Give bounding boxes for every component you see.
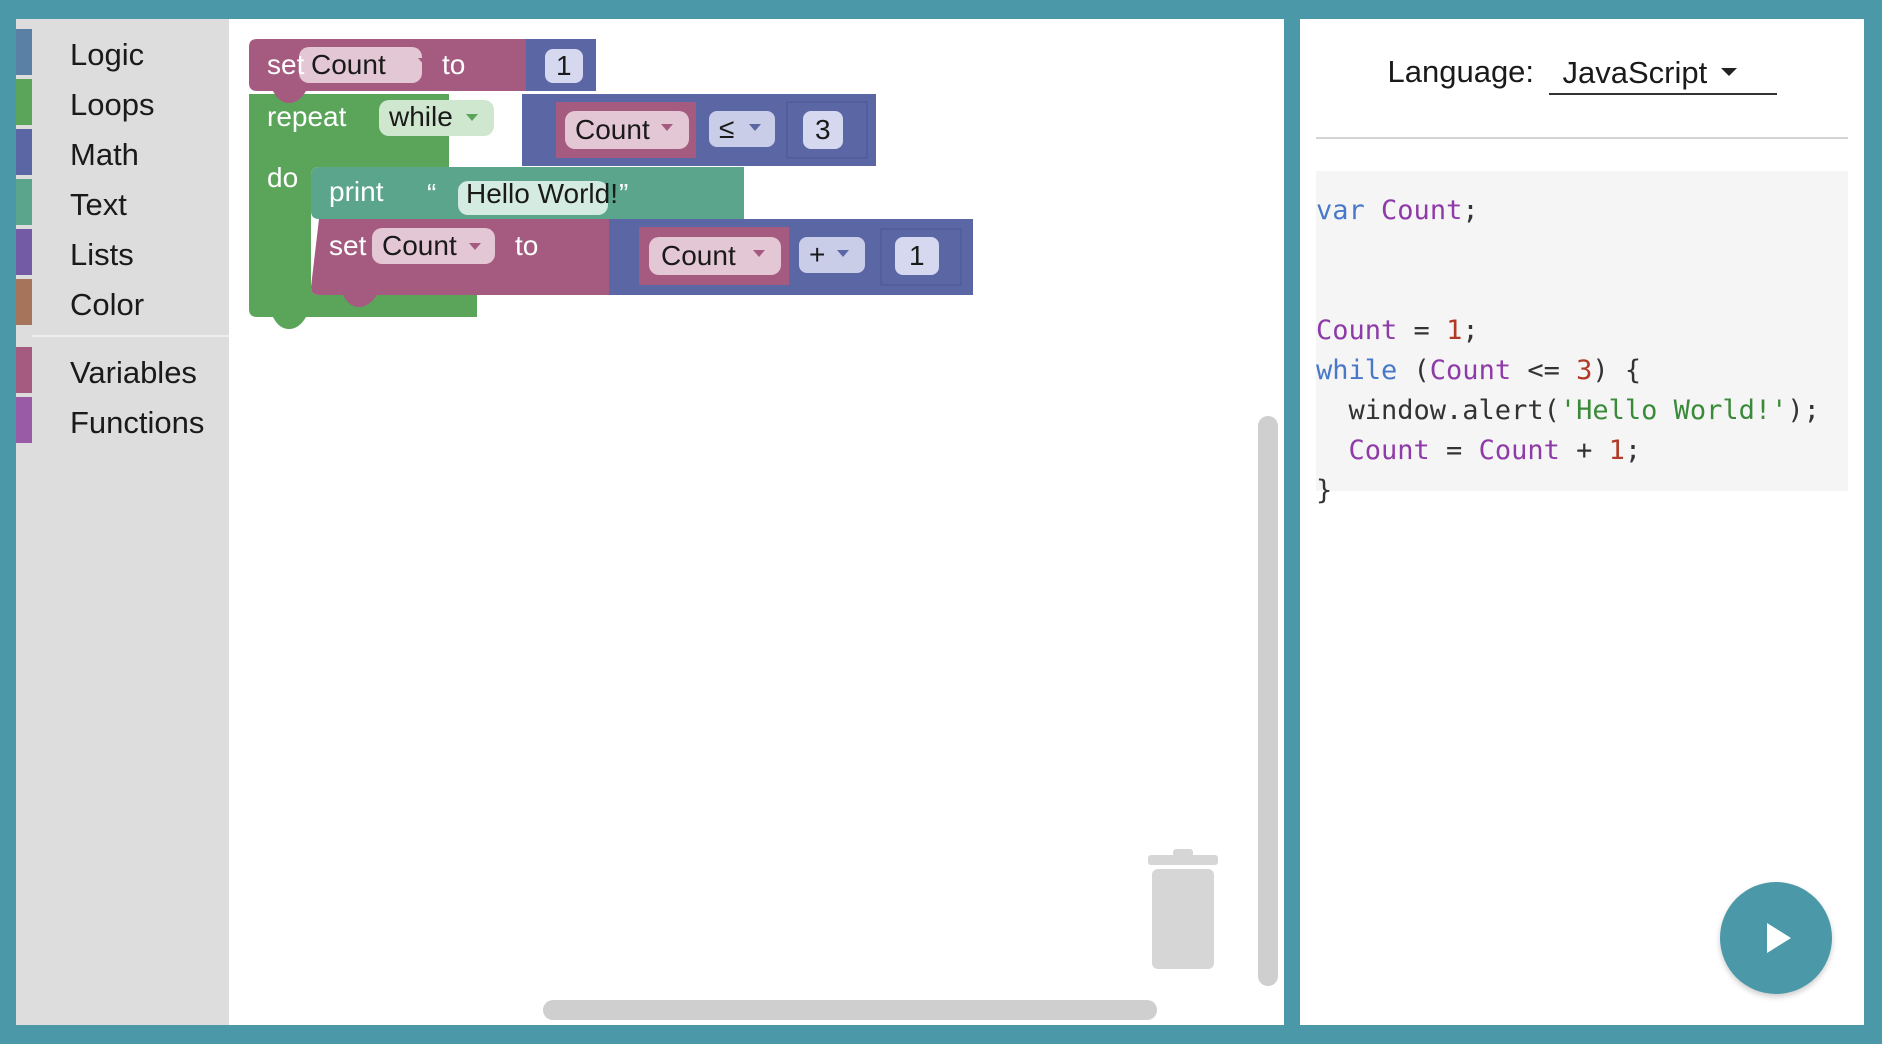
code-token: 'Hello World!'	[1559, 395, 1788, 426]
category-color-swatch	[16, 397, 32, 443]
play-icon	[1767, 923, 1791, 953]
trash-icon[interactable]	[1138, 847, 1228, 977]
code-line: window.alert('Hello World!');	[1316, 391, 1848, 431]
code-line: Count = 1;	[1316, 311, 1848, 351]
category-label: Lists	[70, 237, 134, 272]
code-token: while	[1316, 355, 1398, 386]
code-token: =	[1397, 315, 1447, 346]
language-select[interactable]: JavaScript	[1548, 49, 1777, 95]
category-color-swatch	[16, 229, 32, 275]
code-token: }	[1316, 475, 1333, 506]
run-button[interactable]	[1720, 882, 1832, 994]
code-token: ) {	[1592, 355, 1642, 386]
toolbox-category-loops[interactable]: Loops	[16, 77, 229, 127]
toolbox: Logic Loops Math Text Lists Color Variables Fu…	[16, 19, 229, 1025]
var-name: Count	[311, 49, 386, 80]
category-label: Logic	[70, 37, 145, 72]
category-label: Text	[70, 187, 127, 222]
block-stack: set Count to 1 repeat while do Count ≤ 3	[249, 39, 973, 329]
code-token: Count	[1429, 355, 1512, 386]
toolbox-category-functions[interactable]: Functions	[16, 395, 229, 445]
category-label: Functions	[70, 405, 205, 440]
code-token: Count	[1478, 435, 1560, 466]
code-line: while (Count <= 3) {	[1316, 351, 1848, 391]
var-name: Count	[661, 240, 736, 271]
close-quote-icon: ”	[619, 178, 628, 209]
number-value: 1	[556, 50, 572, 81]
set-keyword: set	[329, 230, 367, 261]
code-token: Count	[1316, 315, 1398, 346]
code-token: ;	[1624, 435, 1642, 466]
code-token: 1	[1608, 435, 1625, 466]
category-label: Variables	[70, 355, 197, 390]
toolbox-category-text[interactable]: Text	[16, 177, 229, 227]
print-keyword: print	[329, 176, 384, 207]
language-value: JavaScript	[1562, 55, 1708, 90]
operator-label: ≤	[719, 113, 734, 144]
toolbox-category-logic[interactable]: Logic	[16, 27, 229, 77]
code-line: Count = Count + 1;	[1316, 431, 1848, 471]
generated-code: var Count; Count = 1; while (Count <= 3) {…	[1316, 171, 1848, 506]
category-label: Color	[70, 287, 145, 322]
language-row: Language: JavaScript	[1300, 49, 1864, 111]
text-value: Hello World!	[466, 178, 618, 209]
code-token: ;	[1462, 195, 1479, 226]
vertical-scrollbar[interactable]	[1258, 416, 1278, 986]
var-name: Count	[575, 114, 650, 145]
repeat-mode-label: while	[388, 101, 453, 132]
toolbox-category-variables[interactable]: Variables	[16, 345, 229, 395]
code-token: ;	[1462, 315, 1479, 346]
language-label: Language:	[1387, 54, 1535, 89]
category-color-swatch	[16, 179, 32, 225]
to-keyword: to	[515, 230, 538, 261]
code-token: 1	[1446, 315, 1463, 346]
horizontal-scrollbar[interactable]	[543, 1000, 1157, 1020]
toolbox-category-math[interactable]: Math	[16, 127, 229, 177]
code-panel: Language: JavaScript var Count; Count = 1…	[1300, 19, 1864, 1025]
number-value: 1	[909, 240, 925, 271]
code-token: <=	[1511, 355, 1577, 386]
toolbox-category-color[interactable]: Color	[16, 277, 229, 327]
code-token: +	[1559, 435, 1609, 466]
blockly-editor: Logic Loops Math Text Lists Color Variables Fu…	[16, 19, 1284, 1025]
code-token: 3	[1576, 355, 1593, 386]
category-color-swatch	[16, 29, 32, 75]
category-color-swatch	[16, 79, 32, 125]
caret-down-icon	[1720, 68, 1737, 76]
code-token: window.alert(	[1316, 395, 1560, 426]
do-keyword: do	[267, 162, 298, 193]
code-line: var Count;	[1316, 191, 1848, 231]
code-token: var	[1316, 195, 1365, 226]
workspace[interactable]: set Count to 1 repeat while do Count ≤ 3	[229, 19, 1284, 1025]
operator-label: +	[809, 239, 825, 270]
code-token: );	[1787, 395, 1820, 426]
category-color-swatch	[16, 129, 32, 175]
category-color-swatch	[16, 347, 32, 393]
to-keyword: to	[442, 49, 465, 80]
category-color-swatch	[16, 279, 32, 325]
toolbox-category-lists[interactable]: Lists	[16, 227, 229, 277]
code-token: Count	[1381, 195, 1463, 226]
divider	[1316, 137, 1848, 139]
category-label: Loops	[70, 87, 155, 122]
toolbox-separator	[32, 335, 229, 337]
code-line: }	[1316, 471, 1848, 511]
set-keyword: set	[267, 49, 305, 80]
code-token: Count	[1348, 435, 1430, 466]
repeat-keyword: repeat	[267, 101, 347, 132]
code-token: =	[1429, 435, 1479, 466]
var-name: Count	[382, 230, 457, 261]
code-token: (	[1397, 355, 1430, 386]
open-quote-icon: “	[427, 178, 436, 209]
category-label: Math	[70, 137, 139, 172]
number-value: 3	[815, 114, 831, 145]
